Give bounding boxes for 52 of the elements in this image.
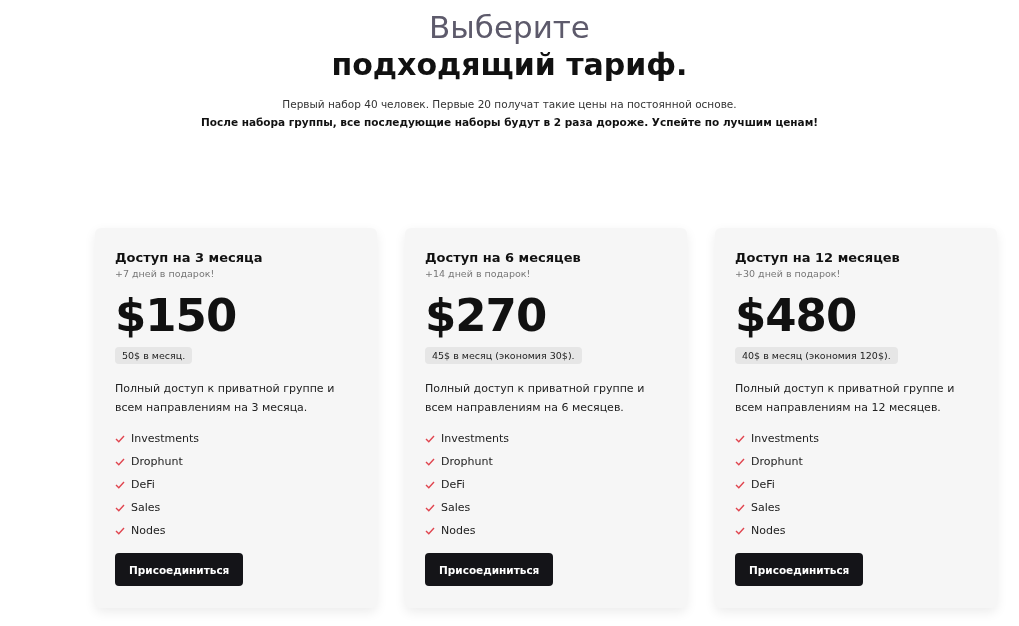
bonus-text: +7 дней в подарок! <box>115 268 215 279</box>
plan-description: Полный доступ к приватной группе и всем направлениям на 3 месяца. <box>115 381 336 416</box>
page-title: подходящий тариф. <box>331 46 688 84</box>
feature-label: DeFi <box>751 477 775 493</box>
feature-label: DeFi <box>131 477 155 493</box>
checkmark-icon <box>425 526 435 535</box>
checkmark-icon <box>115 434 125 443</box>
feature-label: Sales <box>441 500 471 516</box>
checkmark-icon <box>115 526 125 535</box>
checkmark-icon <box>735 480 745 489</box>
checkmark-icon <box>735 503 745 512</box>
join-button[interactable]: Присоединиться <box>735 553 864 586</box>
monthly-price-tag: 45$ в месяц (экономия 30$). <box>425 347 582 364</box>
checkmark-icon <box>425 457 435 466</box>
checkmark-icon <box>735 434 745 443</box>
intro-text: Первый набор 40 человек. Первые 20 получат такие цены на постоянной основе. <box>282 98 737 110</box>
page-title: Выберите <box>429 8 590 46</box>
monthly-price-tag: 40$ в месяц (экономия 120$). <box>735 347 898 364</box>
feature-label: DeFi <box>441 477 465 493</box>
plan-name: Доступ на 6 месяцев <box>425 250 581 265</box>
feature-label: Sales <box>751 500 781 516</box>
plan-name: Доступ на 3 месяца <box>115 250 263 265</box>
feature-label: Nodes <box>751 523 786 539</box>
bonus-text: +30 дней в подарок! <box>735 268 841 279</box>
feature-label: Investments <box>131 431 200 447</box>
join-button[interactable]: Присоединиться <box>115 553 244 586</box>
plan-price: $480 <box>735 289 857 343</box>
join-button[interactable]: Присоединиться <box>425 553 554 586</box>
checkmark-icon <box>425 480 435 489</box>
feature-label: Nodes <box>441 523 476 539</box>
feature-label: Investments <box>751 431 820 447</box>
feature-label: Investments <box>441 431 510 447</box>
checkmark-icon <box>425 434 435 443</box>
checkmark-icon <box>425 503 435 512</box>
feature-label: Nodes <box>131 523 166 539</box>
checkmark-icon <box>735 526 745 535</box>
checkmark-icon <box>115 503 125 512</box>
checkmark-icon <box>735 457 745 466</box>
plan-description: Полный доступ к приватной группе и всем направлениям на 12 месяцев. <box>735 381 956 416</box>
monthly-price-tag: 50$ в месяц. <box>115 347 193 364</box>
feature-label: Drophunt <box>131 454 183 470</box>
warning-text: После набора группы, все последующие наборы будут в 2 раза дороже. Успейте по лучшим ценам! <box>200 116 818 128</box>
plan-price: $150 <box>115 289 237 343</box>
plan-name: Доступ на 12 месяцев <box>735 250 900 265</box>
checkmark-icon <box>115 457 125 466</box>
feature-label: Drophunt <box>441 454 493 470</box>
plan-price: $270 <box>425 289 547 343</box>
feature-label: Drophunt <box>751 454 803 470</box>
plan-description: Полный доступ к приватной группе и всем направлениям на 6 месяцев. <box>425 381 646 416</box>
feature-label: Sales <box>131 500 161 516</box>
checkmark-icon <box>115 480 125 489</box>
bonus-text: +14 дней в подарок! <box>425 268 531 279</box>
